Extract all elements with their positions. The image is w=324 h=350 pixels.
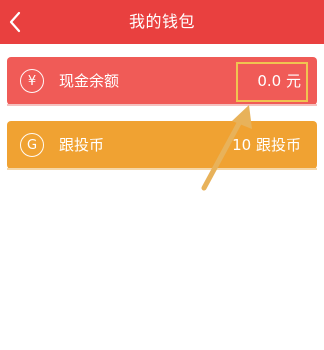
cash-card-divider [7,104,317,106]
coin-card-divider [7,168,317,170]
yen-circle-icon: ¥ [20,69,44,93]
top-header: 我的钱包 [0,0,324,44]
follow-coin-label: 跟投币 [59,136,105,154]
value-highlight-box [236,62,308,102]
cash-balance-label: 现金余额 [59,72,120,90]
wallet-page: 我的钱包 ¥ 现金余额 0.0 元 G 跟投币 10 跟投币 [0,0,324,350]
follow-coin-value: 10 跟投币 [232,136,301,154]
page-title: 我的钱包 [128,12,195,31]
arrow-annotation-icon [201,105,252,191]
follow-coin-card[interactable]: G 跟投币 10 跟投币 [7,121,317,169]
coin-circle-icon: G [20,133,44,157]
